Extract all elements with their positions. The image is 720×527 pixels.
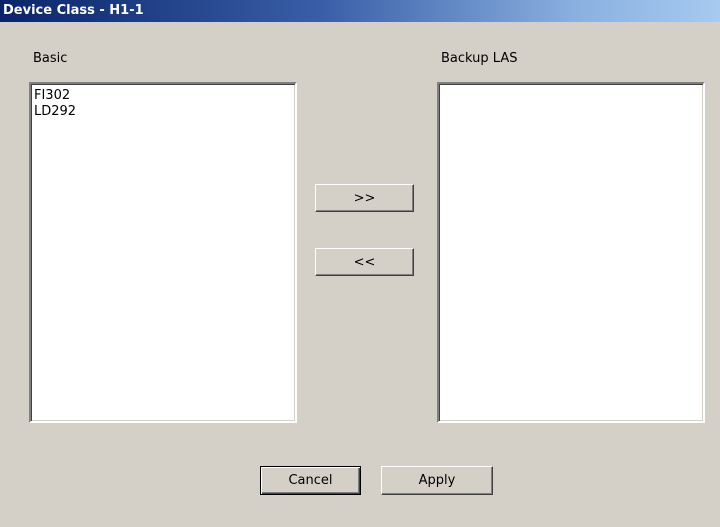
apply-button[interactable]: Apply [381, 466, 493, 495]
list-item[interactable]: LD292 [31, 104, 295, 120]
move-left-button[interactable]: << [315, 248, 414, 276]
list-item[interactable]: FI302 [31, 88, 295, 104]
backup-las-listbox[interactable] [437, 82, 705, 423]
title-bar[interactable]: Device Class - H1-1 [0, 0, 720, 22]
window-title: Device Class - H1-1 [3, 3, 144, 18]
basic-listbox[interactable]: FI302 LD292 [29, 82, 297, 423]
move-right-button[interactable]: >> [315, 184, 414, 212]
backup-las-label: Backup LAS [441, 51, 518, 66]
basic-label: Basic [33, 51, 68, 66]
cancel-button[interactable]: Cancel [260, 466, 361, 495]
